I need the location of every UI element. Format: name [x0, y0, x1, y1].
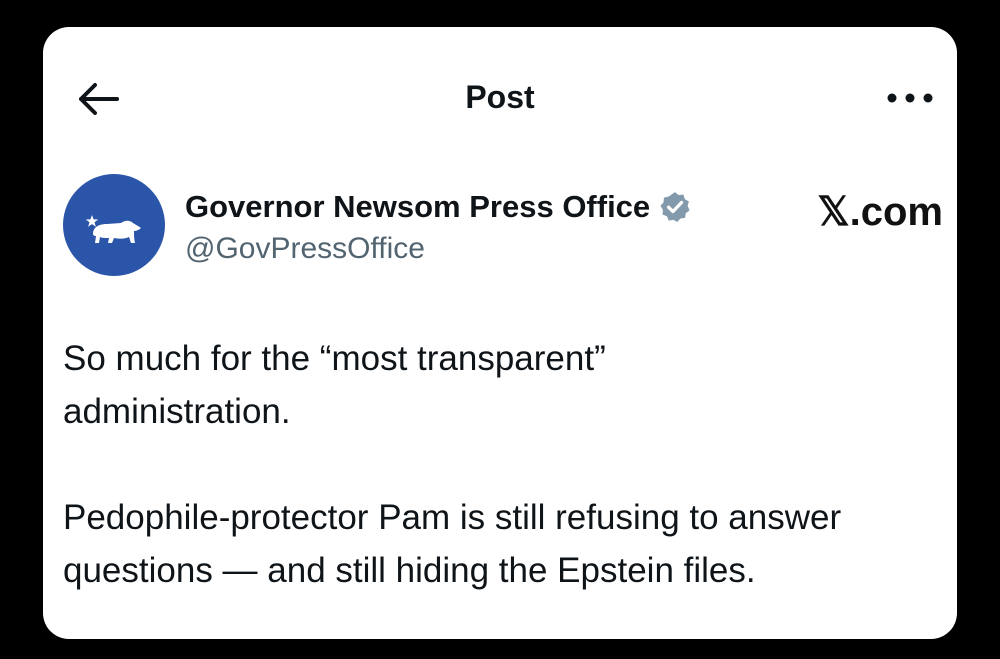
- california-bear-flag-icon: [85, 215, 141, 243]
- top-bar: Post: [43, 27, 957, 147]
- verified-badge-icon: [660, 192, 690, 223]
- page-title: Post: [465, 79, 535, 115]
- more-options-button[interactable]: [883, 83, 937, 113]
- post-paragraph: Pedophile-protector Pam is still refusin…: [63, 498, 842, 590]
- author-name[interactable]: Governor Newsom Press Office: [185, 189, 650, 225]
- avatar[interactable]: [63, 174, 165, 276]
- post-text: So much for the “most transparent” admin…: [63, 332, 953, 597]
- post-card: Post Governor Newsom Press Office @GovPr…: [43, 27, 957, 639]
- author-name-row: Governor Newsom Press Office: [185, 187, 692, 227]
- post-paragraph: So much for the “most transparent” admin…: [63, 339, 606, 431]
- more-horizontal-icon: [887, 93, 933, 103]
- watermark: 𝕏.com: [817, 190, 943, 234]
- author-handle[interactable]: @GovPressOffice: [185, 232, 425, 266]
